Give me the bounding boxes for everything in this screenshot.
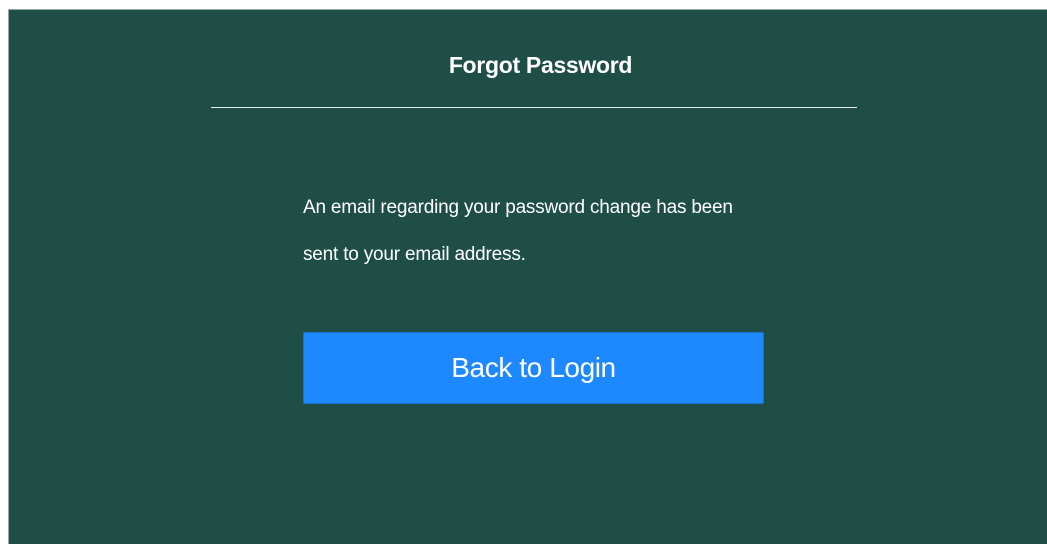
page-frame: Forgot Password An email regarding your …	[0, 0, 1047, 544]
page-title: Forgot Password	[448, 52, 633, 78]
forgot-password-panel: Forgot Password An email regarding your …	[8, 9, 1047, 544]
confirmation-message-line-2: sent to your email address.	[303, 244, 526, 265]
confirmation-message: An email regarding your password change …	[303, 184, 773, 278]
title-divider	[211, 107, 857, 108]
confirmation-message-line-1: An email regarding your password change …	[303, 197, 733, 218]
back-to-login-button[interactable]: Back to Login	[303, 332, 764, 404]
